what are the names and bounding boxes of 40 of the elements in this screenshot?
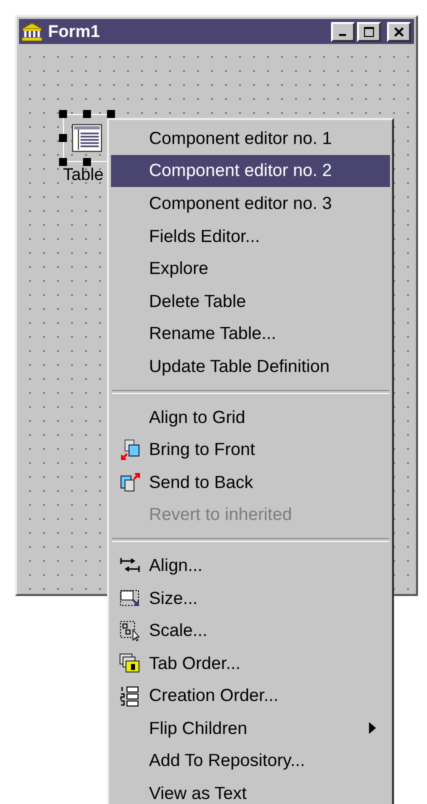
menu-item[interactable]: Component editor no. 1 (111, 122, 390, 155)
menu-item[interactable]: Send to Back (111, 466, 390, 499)
menu-item[interactable]: Flip Children (111, 712, 390, 745)
menu-item[interactable]: Component editor no. 2 (111, 154, 390, 188)
menu-item[interactable]: Component editor no. 3 (111, 187, 390, 220)
maximize-button[interactable] (357, 22, 381, 42)
menu-item[interactable]: Align to Grid (111, 400, 390, 434)
menu-item[interactable]: Creation Order... (111, 680, 390, 712)
minimize-button[interactable] (331, 22, 355, 42)
window-title: Form1 (48, 22, 101, 42)
send-to-back-icon (119, 471, 141, 494)
close-button[interactable] (387, 22, 411, 42)
menu-item[interactable]: Rename Table... (111, 318, 390, 350)
resize-handle[interactable] (83, 158, 91, 166)
menu-item[interactable]: Fields Editor... (111, 220, 390, 252)
resize-handle[interactable] (59, 158, 67, 166)
component-label: Table (63, 165, 104, 185)
maximize-icon (363, 26, 375, 36)
resize-handle[interactable] (83, 110, 91, 118)
resize-handle[interactable] (59, 110, 67, 118)
building-icon (22, 22, 42, 40)
menu-item[interactable]: Align... (111, 549, 390, 582)
creation-order-icon (119, 684, 141, 707)
menu-item[interactable]: Scale... (111, 614, 390, 647)
close-icon (393, 26, 405, 36)
menu-item[interactable]: View as Text (111, 777, 390, 804)
table-icon (72, 124, 102, 152)
bring-to-front-icon (119, 438, 141, 461)
menu-item[interactable]: Size... (111, 582, 390, 614)
resize-handle[interactable] (59, 134, 67, 142)
menu-item[interactable]: Explore (111, 252, 390, 285)
tab-order-icon (119, 652, 141, 674)
menu-item[interactable]: Delete Table (111, 284, 390, 318)
menu-item[interactable]: Tab Order... (111, 646, 390, 680)
resize-handle[interactable] (107, 110, 115, 118)
menu-item[interactable]: Add To Repository... (111, 744, 390, 778)
menu-item[interactable]: Update Table Definition (111, 350, 390, 383)
minimize-icon (338, 34, 346, 36)
scale-icon (119, 620, 141, 642)
menu-item[interactable]: Bring to Front (111, 433, 390, 466)
